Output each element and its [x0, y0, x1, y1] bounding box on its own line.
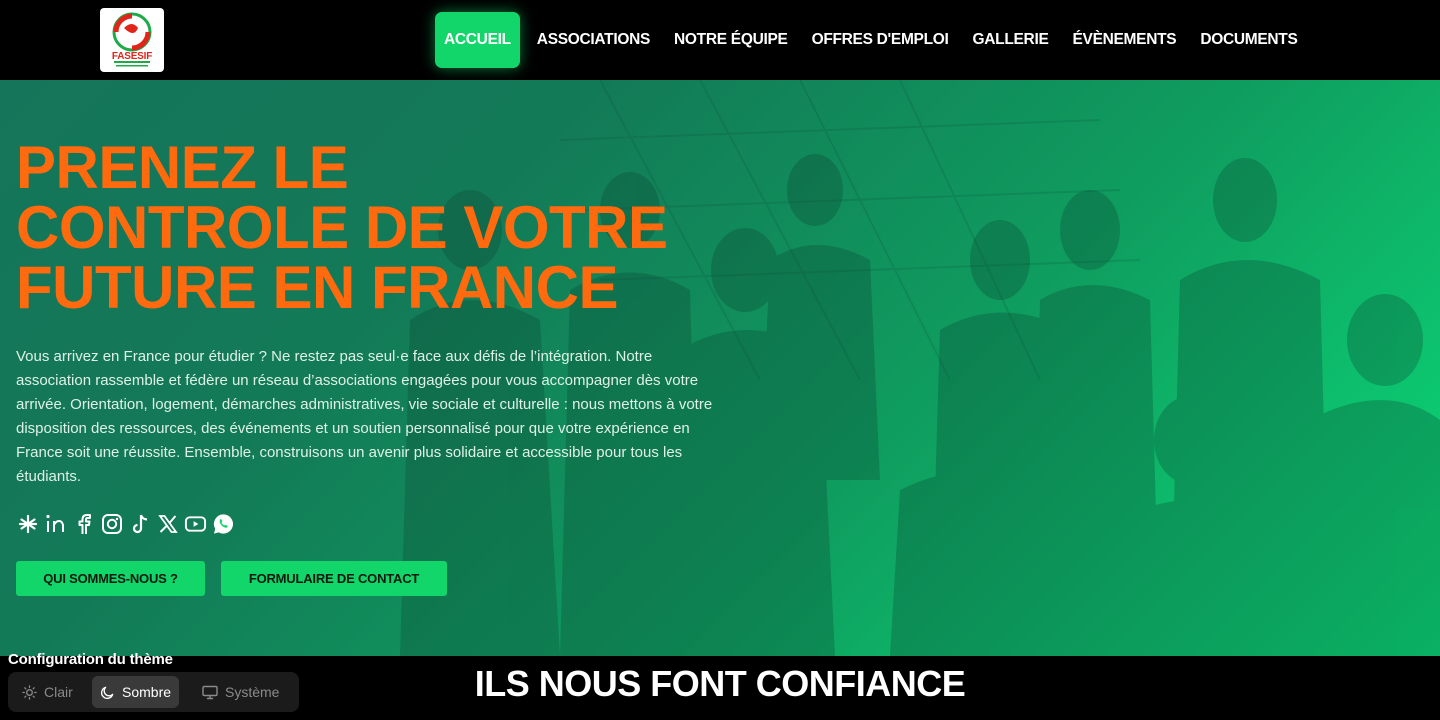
hero-section: PRENEZ LE CONTROLE DE VOTRE FUTURE EN FR…	[0, 80, 1440, 656]
logo-emblem-icon	[112, 12, 152, 67]
nav-item-notre-equipe[interactable]: NOTRE ÉQUIPE	[662, 12, 800, 68]
social-links	[16, 512, 235, 536]
monitor-icon	[202, 685, 218, 699]
theme-option-light[interactable]: Clair	[14, 676, 81, 708]
top-navbar: FASESIF ACCUEIL ASSOCIATIONS NOTRE ÉQUIP…	[0, 0, 1440, 80]
nav-item-offres-emploi[interactable]: OFFRES D'EMPLOI	[800, 12, 961, 68]
about-us-button[interactable]: QUI SOMMES-NOUS ?	[16, 561, 205, 596]
nav-item-associations[interactable]: ASSOCIATIONS	[525, 12, 662, 68]
logo-wordmark: FASESIF	[111, 51, 153, 62]
theme-option-system-label: Système	[225, 684, 280, 700]
whatsapp-icon[interactable]	[212, 512, 235, 536]
nav-item-gallerie[interactable]: GALLERIE	[961, 12, 1061, 68]
linktree-icon[interactable]	[16, 512, 39, 536]
instagram-icon[interactable]	[100, 512, 123, 536]
nav-item-evenements[interactable]: ÉVÈNEMENTS	[1061, 12, 1189, 68]
theme-option-system[interactable]: Système	[194, 676, 287, 708]
moon-icon	[101, 686, 114, 699]
theme-option-dark[interactable]: Sombre	[92, 676, 180, 708]
hero-title-line-2: CONTROLE DE VOTRE	[16, 194, 668, 261]
hero-title-line-1: PRENEZ LE	[16, 134, 349, 201]
tiktok-icon[interactable]	[128, 512, 151, 536]
theme-option-light-label: Clair	[44, 684, 73, 700]
theme-config-label: Configuration du thème	[8, 651, 173, 668]
theme-option-dark-label: Sombre	[122, 684, 172, 700]
theme-switcher: Clair Sombre Système	[8, 672, 299, 712]
facebook-icon[interactable]	[72, 512, 95, 536]
nav-item-accueil[interactable]: ACCUEIL	[435, 12, 520, 68]
youtube-icon[interactable]	[184, 512, 207, 536]
main-navigation: ACCUEIL ASSOCIATIONS NOTRE ÉQUIPE OFFRES…	[435, 12, 1310, 68]
nav-item-documents[interactable]: DOCUMENTS	[1188, 12, 1309, 68]
x-icon[interactable]	[156, 512, 179, 536]
contact-form-button[interactable]: FORMULAIRE DE CONTACT	[221, 561, 447, 596]
hero-title-line-3: FUTURE EN FRANCE	[16, 254, 618, 321]
hero-description: Vous arrivez en France pour étudier ? Ne…	[16, 348, 713, 485]
linkedin-icon[interactable]	[44, 512, 67, 536]
hero-title: PRENEZ LE CONTROLE DE VOTRE FUTURE EN FR…	[16, 138, 668, 318]
sun-icon	[22, 684, 37, 700]
site-logo[interactable]: FASESIF	[100, 8, 164, 72]
